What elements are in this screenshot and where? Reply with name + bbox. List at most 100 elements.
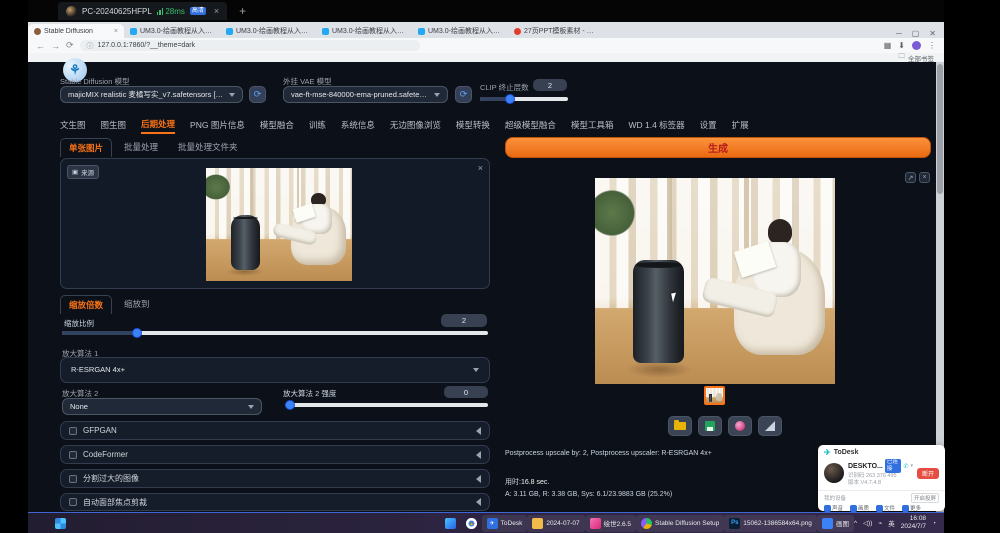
- vae-dropdown[interactable]: vae-ft-mse-840000-ema-pruned.safetensors: [283, 86, 448, 103]
- taskbar-clock[interactable]: 16:08 2024/7/7: [901, 515, 926, 531]
- tab-scale-by[interactable]: 缩放倍数: [60, 295, 112, 314]
- auto-focal-crop-checkbox[interactable]: [69, 498, 77, 506]
- tab-settings[interactable]: 设置: [700, 119, 717, 133]
- window-close-button[interactable]: ✕: [929, 29, 936, 38]
- taskbar-huishi-launcher[interactable]: 绘世2.6.5: [585, 515, 636, 532]
- sound-button[interactable]: 声音: [824, 504, 843, 512]
- site-info-icon[interactable]: ⓘ: [87, 41, 94, 51]
- volume-icon[interactable]: ◁)): [863, 519, 872, 527]
- split-oversized-checkbox[interactable]: [69, 475, 77, 483]
- profile-avatar[interactable]: [912, 41, 921, 50]
- upscaler2-visibility-slider[interactable]: [285, 403, 488, 407]
- taskbar-photoshop[interactable]: Ps 15062-1386584x64.png: [724, 515, 817, 532]
- more-button[interactable]: 更多: [902, 504, 921, 512]
- back-icon[interactable]: ←: [36, 41, 45, 51]
- browser-menu-icon[interactable]: ⋮: [928, 41, 936, 50]
- refresh-vae-button[interactable]: ⟳: [455, 86, 472, 103]
- taskbar-todesk[interactable]: ✈ ToDesk: [482, 515, 528, 532]
- tab-extensions[interactable]: 扩展: [732, 119, 749, 133]
- close-tab-icon[interactable]: ×: [114, 28, 118, 35]
- close-session-icon[interactable]: ×: [214, 6, 219, 16]
- gfpgan-checkbox[interactable]: [69, 427, 77, 435]
- tab-extras[interactable]: 后期处理: [141, 118, 175, 134]
- browser-tab[interactable]: UM3.0-绘画教程从入门到精通 - 哔哩哔哩: [220, 24, 316, 38]
- upscaler2-dropdown[interactable]: None: [62, 398, 262, 415]
- chevron-down-icon[interactable]: ▾: [910, 463, 913, 469]
- subtab-batch-process[interactable]: 批量处理: [116, 138, 166, 157]
- tab-train[interactable]: 训练: [309, 119, 326, 133]
- browser-tab[interactable]: UM3.0-绘画教程从入门到精通 - 哔哩哔哩: [412, 24, 508, 38]
- translate-icon[interactable]: ▦: [884, 41, 892, 50]
- tab-img2img[interactable]: 图生图: [101, 119, 127, 133]
- browser-tab-active[interactable]: Stable Diffusion ×: [28, 24, 124, 38]
- codeformer-checkbox[interactable]: [69, 451, 77, 459]
- download-icon[interactable]: ⬇: [898, 41, 905, 50]
- save-image-button[interactable]: [698, 416, 722, 436]
- clip-skip-value[interactable]: 2: [533, 79, 567, 91]
- start-button[interactable]: [50, 515, 71, 532]
- page-scrollbar-thumb[interactable]: [937, 64, 943, 194]
- tab-png-info[interactable]: PNG 图片信息: [190, 119, 245, 133]
- disconnect-button[interactable]: 断开: [917, 468, 939, 479]
- save-zip-button[interactable]: [728, 416, 752, 436]
- subtab-batch-folder[interactable]: 批量处理文件夹: [170, 138, 246, 157]
- subtab-single-image[interactable]: 单张图片: [60, 138, 112, 157]
- expand-result-icon[interactable]: ↗: [905, 172, 916, 183]
- todesk-screencast-button[interactable]: 开启投屏: [911, 493, 939, 503]
- accordion-codeformer[interactable]: CodeFormer: [60, 445, 490, 464]
- file-transfer-button[interactable]: 文件: [876, 504, 895, 512]
- upscaler2-visibility-value[interactable]: 0: [444, 386, 488, 398]
- new-session-button[interactable]: +: [239, 4, 246, 18]
- close-result-icon[interactable]: ×: [919, 172, 930, 183]
- quality-button[interactable]: 画质: [850, 504, 869, 512]
- taskbar-chrome[interactable]: [461, 515, 482, 532]
- tab-system-info[interactable]: 系统信息: [341, 119, 375, 133]
- accordion-split-oversized[interactable]: 分割过大的图像: [60, 469, 490, 488]
- resize-value[interactable]: 2: [441, 314, 487, 327]
- upscaler1-dropdown[interactable]: R-ESRGAN 4x+: [64, 361, 486, 378]
- tray-chevron-icon[interactable]: ^: [854, 520, 857, 527]
- tab-model-toolkit[interactable]: 模型工具箱: [571, 119, 614, 133]
- network-icon[interactable]: ⌁: [878, 519, 882, 527]
- language-indicator[interactable]: 英: [888, 518, 895, 528]
- accordion-gfpgan[interactable]: GFPGAN: [60, 421, 490, 440]
- tab-txt2img[interactable]: 文生图: [60, 119, 86, 133]
- result-image[interactable]: [595, 178, 835, 384]
- clip-skip-slider[interactable]: [480, 97, 568, 101]
- taskbar-paint[interactable]: 画图: [817, 515, 854, 532]
- phone-icon[interactable]: ✆: [903, 463, 908, 470]
- all-bookmarks-label[interactable]: 全部书签: [908, 53, 934, 63]
- tab-super-merger[interactable]: 超级模型融合: [505, 119, 556, 133]
- resize-slider[interactable]: [62, 331, 488, 335]
- open-folder-button[interactable]: [668, 416, 692, 436]
- todesk-popup[interactable]: ✈ ToDesk DESKTO... 已连接 ✆ ▾ 识别码 263 376 4…: [818, 445, 945, 511]
- window-minimize-button[interactable]: ─: [896, 29, 902, 38]
- sound-icon: [824, 505, 831, 512]
- address-bar[interactable]: ⓘ 127.0.0.1:7860/?__theme=dark: [80, 40, 420, 51]
- send-to-extras-button[interactable]: [758, 416, 782, 436]
- window-maximize-button[interactable]: ▢: [912, 29, 920, 38]
- tab-infinite-browser[interactable]: 无边图像浏览: [390, 119, 441, 133]
- remote-session-tab[interactable]: PC-20240625HFPL 28ms 高清 ×: [58, 2, 227, 20]
- sd-model-dropdown[interactable]: majicMIX realistic 麦橘写实_v7.safetensors […: [60, 86, 243, 103]
- notification-bell-icon[interactable]: ◔: [932, 520, 936, 527]
- tab-scale-to[interactable]: 缩放到: [116, 295, 158, 314]
- accordion-auto-focal-crop[interactable]: 自动面部焦点剪裁: [60, 493, 490, 511]
- clear-image-icon[interactable]: ×: [478, 163, 483, 173]
- taskbar-sd-setup[interactable]: Stable Diffusion Setup: [636, 515, 724, 532]
- taskbar-widgets[interactable]: [440, 515, 461, 532]
- reload-icon[interactable]: ⟳: [66, 40, 74, 51]
- tab-wd14-tagger[interactable]: WD 1.4 标签器: [628, 119, 684, 133]
- generate-button[interactable]: 生成: [505, 137, 931, 158]
- forward-icon[interactable]: →: [51, 41, 60, 51]
- taskbar-folder[interactable]: 2024-07-07: [527, 515, 584, 532]
- browser-tab[interactable]: 27页PPT模板素材 - 夸克网盘: [508, 24, 604, 38]
- browser-tab[interactable]: UM3.0-绘画教程从入门到精通 - 哔哩哔哩: [124, 24, 220, 38]
- browser-tab[interactable]: UM3.0-绘画教程从入门到精通 - 哔哩哔哩: [316, 24, 412, 38]
- source-image-dropzone[interactable]: ▣来源 ×: [60, 158, 490, 289]
- refresh-models-button[interactable]: ⟳: [249, 86, 266, 103]
- tab-checkpoint-merger[interactable]: 模型融合: [260, 119, 294, 133]
- todesk-device-id: 识别码 263 376 495: [848, 473, 913, 480]
- tab-model-converter[interactable]: 模型转换: [456, 119, 490, 133]
- gallery-thumbnail[interactable]: [704, 386, 725, 405]
